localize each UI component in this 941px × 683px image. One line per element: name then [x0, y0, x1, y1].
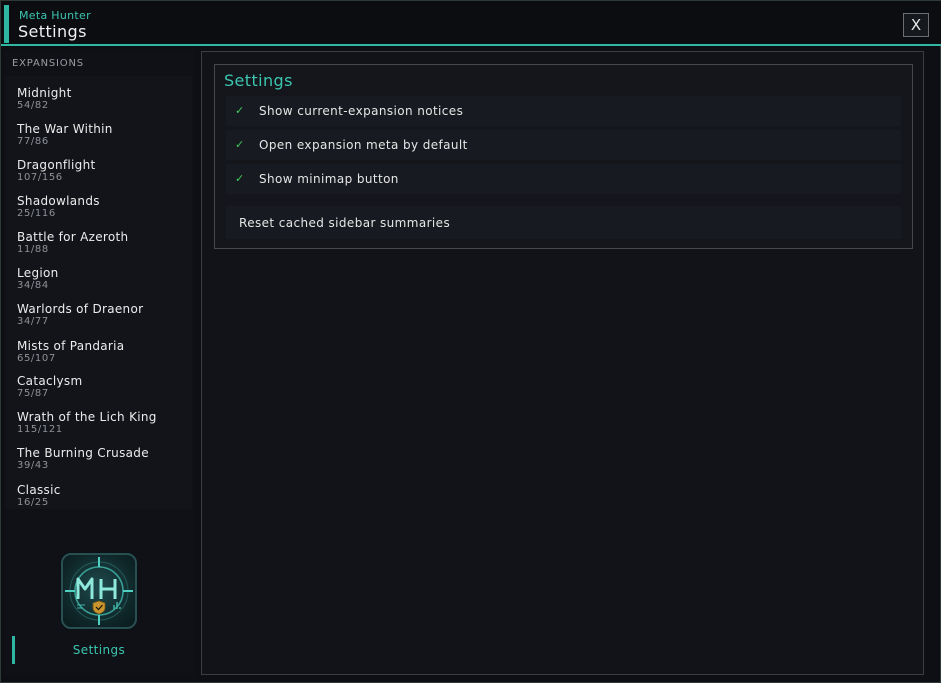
settings-panel: Settings ✓ Show current-expansion notice…: [214, 64, 913, 249]
expansion-name: The Burning Crusade: [17, 446, 149, 460]
expansion-name: Warlords of Draenor: [17, 302, 144, 316]
expansion-count: 115/121: [17, 424, 63, 435]
expansion-name: Battle for Azeroth: [17, 230, 129, 244]
expansion-item-legion[interactable]: Legion 34/84: [6, 260, 192, 294]
expansion-count: 75/87: [17, 388, 49, 399]
sidebar-heading: EXPANSIONS: [12, 58, 84, 69]
expansion-item-warlords-of-draenor[interactable]: Warlords of Draenor 34/77: [6, 296, 192, 330]
expansion-name: Cataclysm: [17, 374, 83, 388]
window-title: Settings: [18, 22, 87, 41]
expansion-name: Legion: [17, 266, 59, 280]
option-label: Show minimap button: [259, 172, 399, 186]
title-bar: Meta Hunter Settings X: [1, 1, 941, 46]
expansion-count: 16/25: [17, 497, 49, 508]
expansion-count: 54/82: [17, 100, 49, 111]
option-open-expansion-meta-by-default[interactable]: ✓ Open expansion meta by default: [226, 130, 901, 160]
reset-label: Reset cached sidebar summaries: [239, 216, 451, 230]
sidebar-item-settings[interactable]: Settings: [16, 635, 194, 665]
expansion-count: 11/88: [17, 244, 49, 255]
main-content: Settings ✓ Show current-expansion notice…: [201, 51, 924, 675]
expansion-name: Classic: [17, 483, 61, 497]
expansion-name: The War Within: [17, 122, 113, 136]
expansion-item-mists-of-pandaria[interactable]: Mists of Pandaria 65/107: [6, 333, 192, 367]
expansion-count: 34/84: [17, 280, 49, 291]
expansion-name: Dragonflight: [17, 158, 96, 172]
check-icon: ✓: [235, 138, 245, 151]
expansion-item-the-war-within[interactable]: The War Within 77/86: [6, 116, 192, 150]
reset-cached-summaries-button[interactable]: Reset cached sidebar summaries: [226, 206, 901, 239]
expansion-count: 39/43: [17, 460, 49, 471]
addon-window: Meta Hunter Settings X EXPANSIONS Midnig…: [0, 0, 941, 683]
check-icon: ✓: [235, 104, 245, 117]
check-icon: ✓: [235, 172, 245, 185]
sidebar: EXPANSIONS Midnight 54/82 The War Within…: [4, 51, 194, 675]
app-name: Meta Hunter: [19, 9, 91, 22]
expansion-item-the-burning-crusade[interactable]: The Burning Crusade 39/43: [6, 440, 192, 474]
option-show-minimap-button[interactable]: ✓ Show minimap button: [226, 164, 901, 194]
expansion-name: Midnight: [17, 86, 72, 100]
expansion-count: 77/86: [17, 136, 49, 147]
panel-title: Settings: [224, 71, 293, 90]
meta-hunter-logo-icon: [61, 553, 137, 629]
title-accent-bar: [4, 5, 9, 43]
expansion-list: Midnight 54/82 The War Within 77/86 Drag…: [6, 76, 192, 509]
expansion-count: 25/116: [17, 208, 56, 219]
settings-nav-label: Settings: [72, 643, 126, 657]
expansion-name: Shadowlands: [17, 194, 100, 208]
expansion-item-dragonflight[interactable]: Dragonflight 107/156: [6, 152, 192, 186]
close-button[interactable]: X: [903, 13, 929, 37]
expansion-item-shadowlands[interactable]: Shadowlands 25/116: [6, 188, 192, 222]
expansion-count: 65/107: [17, 353, 56, 364]
expansion-name: Wrath of the Lich King: [17, 410, 157, 424]
expansion-item-cataclysm[interactable]: Cataclysm 75/87: [6, 368, 192, 402]
option-show-current-expansion-notices[interactable]: ✓ Show current-expansion notices: [226, 96, 901, 126]
expansion-item-wrath-of-the-lich-king[interactable]: Wrath of the Lich King 115/121: [6, 404, 192, 438]
expansion-count: 34/77: [17, 316, 49, 327]
expansion-item-battle-for-azeroth[interactable]: Battle for Azeroth 11/88: [6, 224, 192, 258]
option-label: Open expansion meta by default: [259, 138, 468, 152]
expansion-name: Mists of Pandaria: [17, 339, 125, 353]
expansion-item-midnight[interactable]: Midnight 54/82: [6, 80, 192, 114]
settings-nav-accent: [12, 636, 15, 664]
expansion-count: 107/156: [17, 172, 63, 183]
logo-graphic: [65, 557, 133, 625]
option-label: Show current-expansion notices: [259, 104, 464, 118]
expansion-item-classic[interactable]: Classic 16/25: [6, 477, 192, 511]
